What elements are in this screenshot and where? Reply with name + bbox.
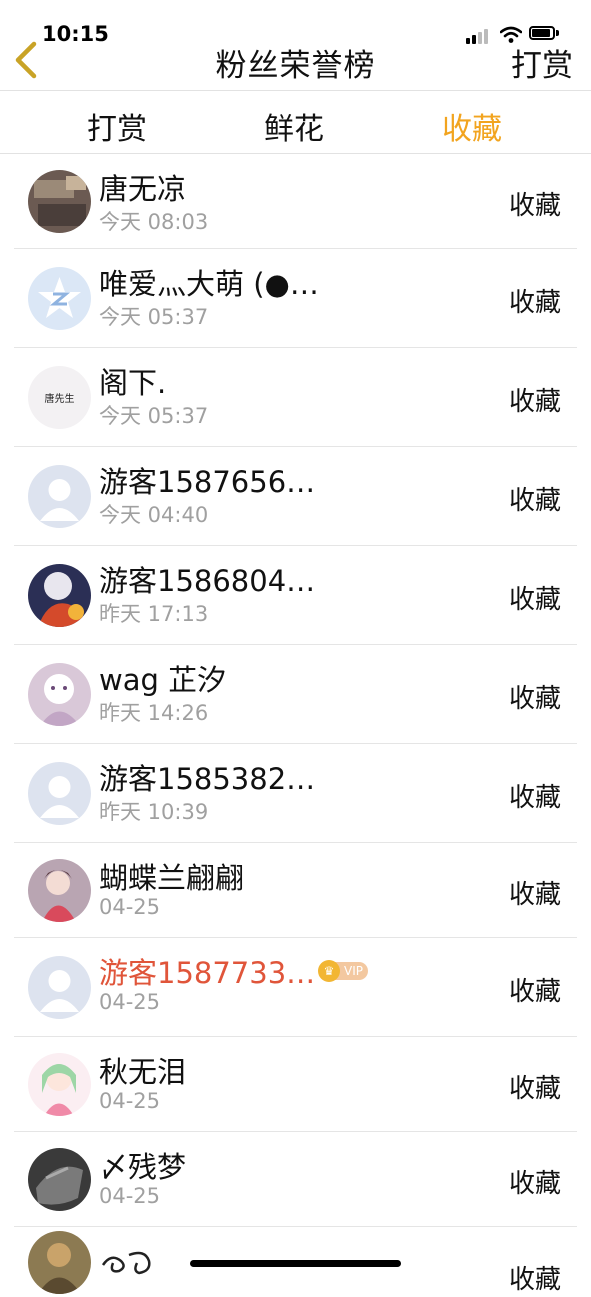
favorite-action-label[interactable]: 收藏 (509, 1163, 561, 1200)
fan-name: 唯爱灬大萌 (●… (99, 267, 319, 301)
favorite-action-label[interactable]: 收藏 (509, 971, 561, 1008)
avatar[interactable] (28, 762, 91, 825)
fan-name: wag 芷汐 (99, 663, 227, 697)
fan-name: 唐无凉 (99, 172, 187, 206)
favorite-action-label[interactable]: 收藏 (509, 777, 561, 814)
favorite-action-label[interactable]: 收藏 (509, 1259, 561, 1296)
name-logo-icon (99, 1247, 159, 1281)
favorite-action-label[interactable]: 收藏 (509, 381, 561, 418)
favorite-time: 04-25 (99, 1184, 161, 1208)
fan-name: 游客1587656… (99, 465, 316, 499)
home-indicator (190, 1260, 401, 1267)
favorite-action-label[interactable]: 收藏 (509, 1068, 561, 1105)
fan-name: 〆残梦 (99, 1150, 187, 1184)
favorite-time: 今天 04:40 (99, 503, 209, 527)
list-item[interactable]: 游客1587733… ♛ VIP 04-25 收藏 (14, 938, 577, 1037)
navigation-bar: 粉丝荣誉榜 打赏 (0, 30, 591, 90)
avatar[interactable] (28, 1148, 91, 1211)
fan-name: 秋无泪 (99, 1055, 187, 1089)
favorite-action-label[interactable]: 收藏 (509, 579, 561, 616)
avatar[interactable] (28, 170, 91, 233)
favorite-action-label[interactable]: 收藏 (509, 678, 561, 715)
favorite-time: 昨天 17:13 (99, 602, 209, 626)
tab-bar: 打赏 鲜花 收藏 (0, 90, 591, 154)
list-item[interactable]: 秋无泪 04-25 收藏 (14, 1037, 577, 1132)
tab-flowers[interactable]: 鲜花 (264, 104, 324, 148)
avatar[interactable] (28, 267, 91, 330)
vip-badge: ♛ VIP (318, 960, 368, 982)
fan-name: 游客1585382… (99, 762, 316, 796)
list-item[interactable]: 唐先生 阁下. 今天 05:37 收藏 (14, 348, 577, 447)
avatar[interactable] (28, 956, 91, 1019)
fan-name: 蝴蝶兰翩翩 (99, 861, 245, 895)
list-item[interactable]: 游客1586804… 昨天 17:13 收藏 (14, 546, 577, 645)
page-title: 粉丝荣誉榜 (215, 48, 376, 84)
favorite-time: 04-25 (99, 1089, 161, 1113)
list-item[interactable]: 〆残梦 04-25 收藏 (14, 1132, 577, 1227)
reward-button[interactable]: 打赏 (511, 40, 573, 85)
favorite-time: 昨天 14:26 (99, 701, 209, 725)
list-item[interactable]: 唯爱灬大萌 (●… 今天 05:37 收藏 (14, 249, 577, 348)
fan-name: 游客1587733… (99, 956, 316, 990)
fan-name: 游客1586804… (99, 564, 316, 598)
avatar[interactable]: 唐先生 (28, 366, 91, 429)
avatar[interactable] (28, 859, 91, 922)
favorite-action-label[interactable]: 收藏 (509, 185, 561, 222)
favorite-time: 昨天 10:39 (99, 800, 209, 824)
svg-text:唐先生: 唐先生 (45, 392, 75, 405)
favorite-time: 04-25 (99, 895, 161, 919)
favorite-time: 今天 08:03 (99, 210, 209, 234)
vip-label: VIP (344, 964, 363, 978)
list-item[interactable]: 蝴蝶兰翩翩 04-25 收藏 (14, 843, 577, 938)
fan-list: 唐无凉 今天 08:03 收藏 唯爱灬大萌 (●… 今天 05:37 收藏 唐先生 阁下. 今天… (0, 154, 591, 1297)
list-item[interactable]: 唐无凉今天 08:03 收藏 (14, 154, 577, 249)
list-item[interactable]: 游客1587656… 今天 04:40 收藏 (14, 447, 577, 546)
favorite-time: 今天 05:37 (99, 305, 209, 329)
favorite-action-label[interactable]: 收藏 (509, 282, 561, 319)
avatar[interactable] (28, 564, 91, 627)
avatar[interactable] (28, 465, 91, 528)
tab-reward[interactable]: 打赏 (87, 104, 147, 148)
list-item[interactable]: wag 芷汐昨天 14:26 收藏 (14, 645, 577, 744)
fan-name: 阁下. (99, 366, 167, 400)
avatar[interactable] (28, 1053, 91, 1116)
favorite-time: 今天 05:37 (99, 404, 209, 428)
crown-icon: ♛ (318, 960, 340, 982)
favorite-action-label[interactable]: 收藏 (509, 480, 561, 517)
avatar[interactable] (28, 663, 91, 726)
favorite-time: 04-25 (99, 990, 161, 1014)
favorite-action-label[interactable]: 收藏 (509, 874, 561, 911)
list-item[interactable]: 游客1585382… 昨天 10:39 收藏 (14, 744, 577, 843)
tab-favorites[interactable]: 收藏 (442, 104, 502, 148)
avatar[interactable] (28, 1231, 91, 1294)
